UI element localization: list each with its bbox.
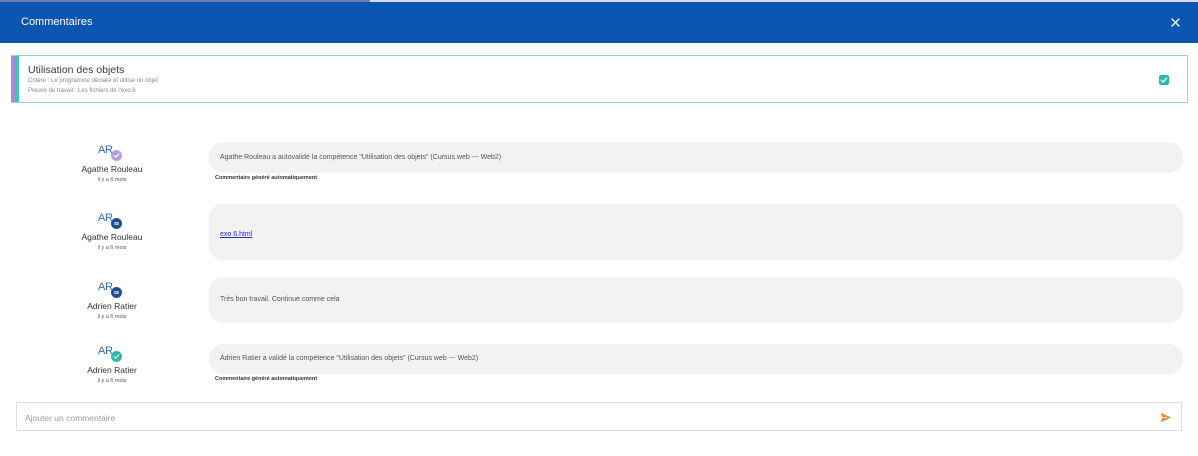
comment-bubble: Très bon travail. Continue comme cela: [209, 277, 1183, 323]
avatar: AR: [97, 281, 127, 299]
attachment-link[interactable]: exo 6.html: [220, 231, 252, 238]
avatar: AR: [97, 212, 127, 230]
dialog-title: Commentaires: [21, 16, 93, 28]
validated-checkbox[interactable]: [1159, 75, 1169, 85]
competence-criteria: Critère : Le programme déclare et utilis…: [28, 78, 159, 84]
comment-author: AR Agathe Rouleau il y a 6 mois: [60, 144, 164, 183]
comment-text: Très bon travail. Continue comme cela: [220, 296, 340, 303]
comment-icon: [111, 287, 122, 298]
comment-text: Adrien Ratier a validé la compétence "Ut…: [220, 355, 479, 362]
competence-accent-bar: [15, 56, 19, 102]
author-name: Adrien Ratier: [87, 365, 137, 375]
comment-bubble: Agathe Rouleau a autovalidé la compétenc…: [209, 142, 1183, 173]
author-name: Adrien Ratier: [87, 301, 137, 311]
comment-author: AR Adrien Ratier il y a 6 mois: [60, 281, 164, 320]
comment-author: AR Agathe Rouleau il y a 6 mois: [60, 212, 164, 251]
close-icon[interactable]: [1164, 11, 1186, 33]
avatar: AR: [97, 144, 127, 162]
comment-time: il y a 6 mois: [97, 378, 127, 384]
check-circle-icon: [111, 351, 122, 362]
auto-comment-note: Commentaire généré automatiquement: [215, 376, 318, 382]
comment-time: il y a 6 mois: [97, 245, 127, 251]
competence-title: Utilisation des objets: [28, 64, 125, 76]
comment-bubble: exo 6.html: [209, 204, 1183, 260]
competence-card: Utilisation des objets Critère : Le prog…: [11, 55, 1188, 103]
send-icon[interactable]: [1159, 410, 1173, 424]
comment-input[interactable]: [23, 403, 1157, 432]
check-circle-icon: [111, 150, 122, 161]
comment-time: il y a 6 mois: [97, 314, 127, 320]
author-name: Agathe Rouleau: [81, 232, 143, 242]
comment-time: il y a 6 mois: [97, 177, 127, 183]
comment-input-box: [16, 402, 1182, 432]
avatar: AR: [97, 345, 127, 363]
comment-text: Agathe Rouleau a autovalidé la compétenc…: [220, 154, 502, 161]
auto-comment-note: Commentaire généré automatiquement: [215, 175, 318, 181]
comment-author: AR Adrien Ratier il y a 6 mois: [60, 345, 164, 384]
comment-bubble: Adrien Ratier a validé la compétence "Ut…: [209, 344, 1183, 374]
comment-icon: [111, 218, 122, 229]
competence-proof: Preuve de travail : Les fichiers de l'ex…: [28, 88, 136, 94]
dialog-header: Commentaires: [0, 2, 1198, 43]
author-name: Agathe Rouleau: [81, 164, 143, 174]
